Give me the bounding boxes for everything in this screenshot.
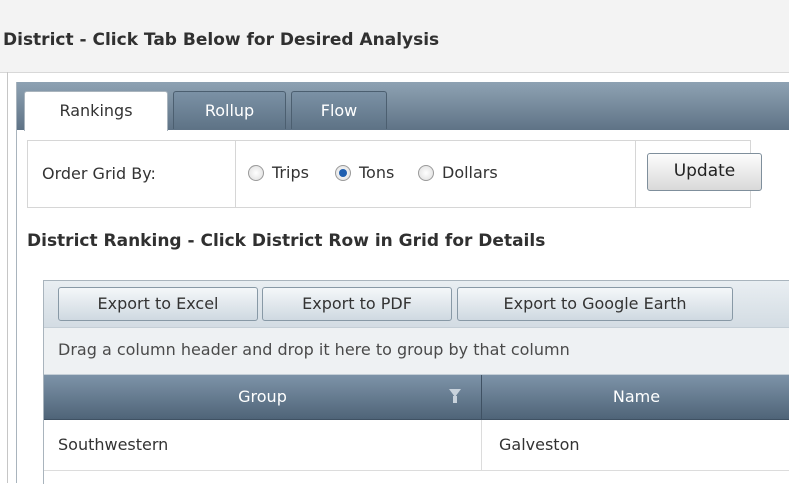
page-header: District - Click Tab Below for Desired A… [0, 0, 789, 73]
order-grid-label: Order Grid By: [42, 164, 156, 183]
grid-header: Group Name [44, 375, 789, 420]
order-divider [635, 141, 636, 207]
export-google-earth-button[interactable]: Export to Google Earth [457, 287, 733, 321]
table-row[interactable]: Southwestern Galveston [44, 420, 789, 471]
tab-strip: Rankings Rollup Flow [17, 82, 789, 131]
tab-flow[interactable]: Flow [291, 91, 387, 129]
filter-icon[interactable] [449, 389, 461, 403]
dollars-radio-label: Dollars [442, 163, 498, 182]
order-label-cell: Order Grid By: [28, 141, 236, 207]
column-header-group-label: Group [238, 387, 287, 406]
outer-border [7, 72, 8, 483]
tons-radio-label: Tons [359, 163, 395, 182]
tab-rankings[interactable]: Rankings [24, 91, 168, 131]
column-header-group[interactable]: Group [44, 375, 482, 419]
cell-name: Galveston [499, 435, 580, 454]
cell-group: Southwestern [44, 420, 482, 470]
page-title: District - Click Tab Below for Desired A… [3, 30, 440, 50]
group-hint: Drag a column header and drop it here to… [58, 340, 570, 359]
district-ranking-grid: Export to Excel Export to PDF Export to … [43, 280, 789, 484]
column-header-name[interactable]: Name [483, 375, 789, 419]
dollars-radio[interactable] [418, 165, 434, 181]
update-button[interactable]: Update [647, 153, 762, 191]
export-excel-button[interactable]: Export to Excel [58, 287, 258, 321]
trips-radio[interactable] [248, 165, 264, 181]
export-pdf-button[interactable]: Export to PDF [262, 287, 452, 321]
tab-rollup[interactable]: Rollup [173, 91, 286, 129]
group-drop-area[interactable]: Drag a column header and drop it here to… [44, 328, 789, 375]
order-grid-toolbar: Order Grid By: Trips Tons Dollars Update [27, 140, 762, 208]
grid-toolbar: Export to Excel Export to PDF Export to … [44, 281, 789, 328]
tons-radio[interactable] [335, 165, 351, 181]
trips-radio-label: Trips [272, 163, 309, 182]
grid-caption: District Ranking - Click District Row in… [27, 231, 546, 251]
